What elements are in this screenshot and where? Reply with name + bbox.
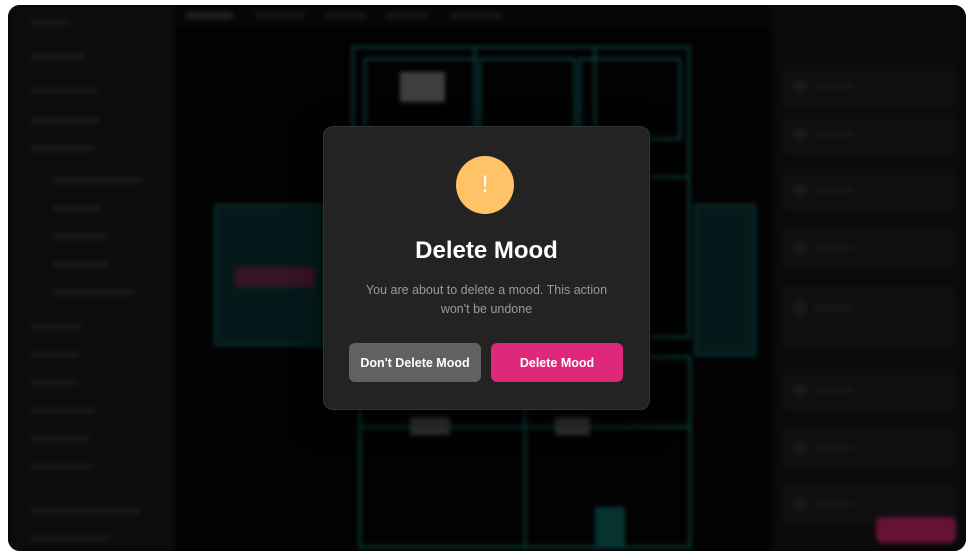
dialog-title: Delete Mood: [415, 237, 558, 264]
delete-mood-button[interactable]: Delete Mood: [491, 343, 623, 382]
warning-glyph: !: [480, 172, 490, 198]
dialog-message: You are about to delete a mood. This act…: [365, 283, 608, 316]
delete-mood-dialog: ! Delete Mood You are about to delete a …: [323, 126, 650, 410]
warning-icon: !: [456, 156, 514, 214]
dont-delete-mood-button[interactable]: Don't Delete Mood: [349, 343, 481, 382]
